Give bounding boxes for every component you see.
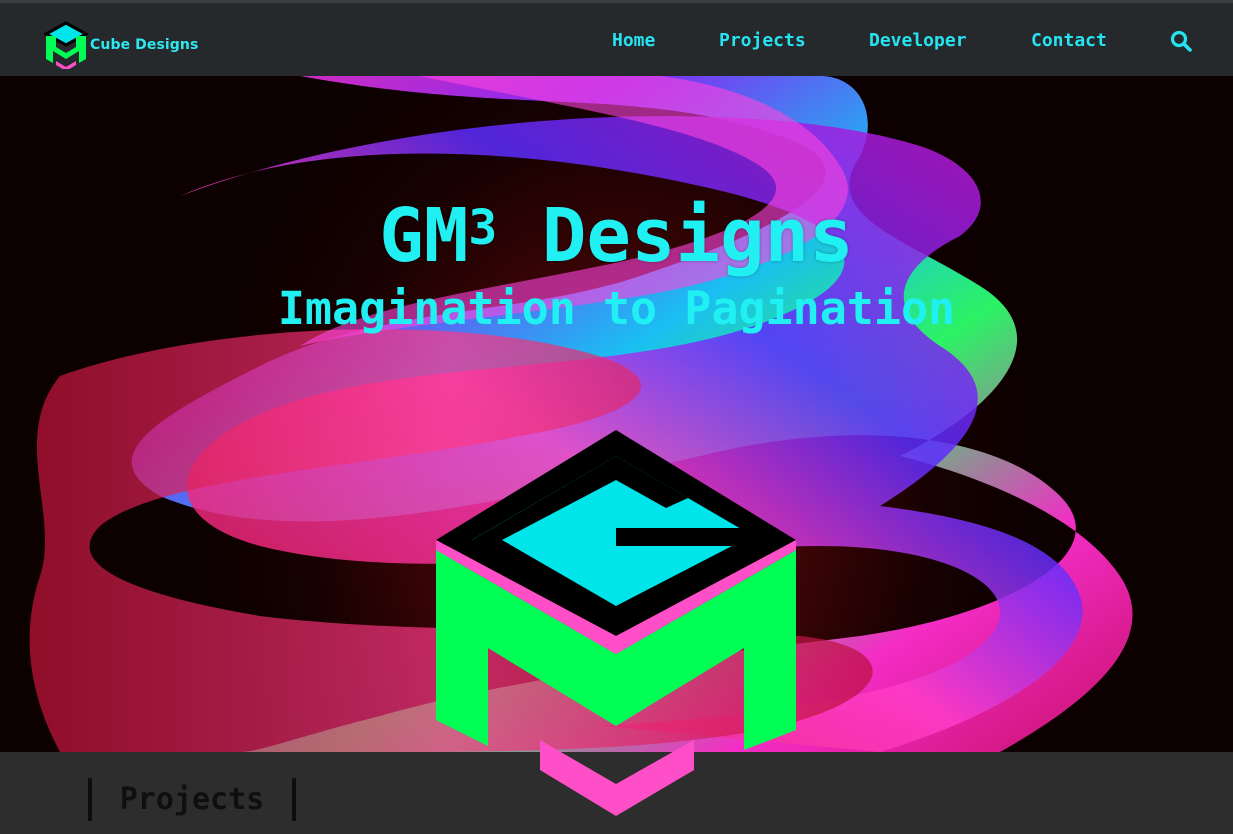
nav-contact-link[interactable]: Contact bbox=[1031, 30, 1107, 52]
search-icon[interactable] bbox=[1170, 30, 1192, 52]
nav-home-link[interactable]: Home bbox=[612, 30, 655, 52]
brand-name: Cube Designs bbox=[90, 37, 199, 53]
nav-developer-link[interactable]: Developer bbox=[869, 30, 967, 52]
hero-title-superscript: 3 bbox=[468, 199, 498, 256]
hero-title-rest: Designs bbox=[497, 192, 854, 279]
hero-title: GM3 Designs bbox=[0, 188, 1233, 284]
brand-link[interactable]: Cube Designs bbox=[44, 21, 209, 69]
hero-title-main: GM bbox=[379, 192, 469, 279]
navbar: Cube Designs Home Projects Developer Con… bbox=[0, 3, 1233, 76]
projects-heading: Projects bbox=[119, 782, 265, 817]
projects-heading-box: Projects bbox=[88, 778, 296, 821]
hero-tagline: Imagination to Pagination bbox=[277, 282, 956, 335]
gm-cube-logo-icon bbox=[44, 21, 88, 69]
nav-projects-link[interactable]: Projects bbox=[719, 30, 806, 52]
gm-cube-logo-icon bbox=[436, 430, 796, 816]
